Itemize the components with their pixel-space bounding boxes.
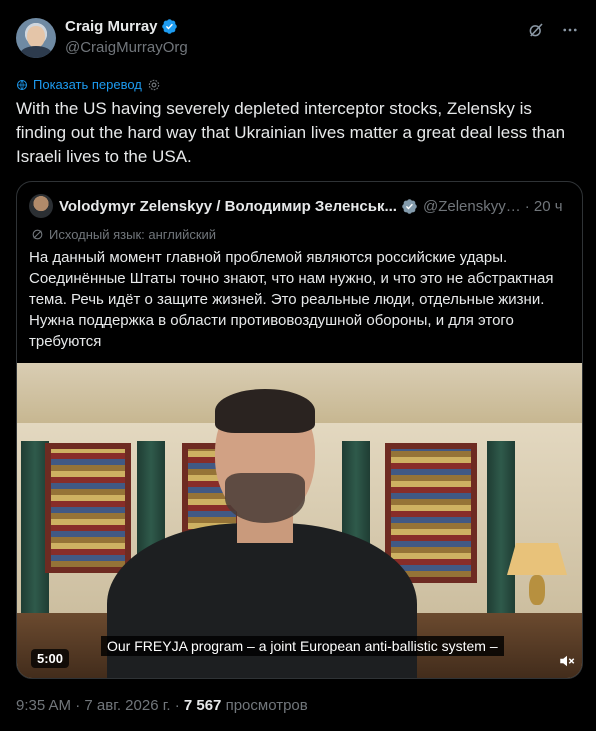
author-info: Craig Murray @CraigMurrayOrg [65,18,188,56]
quote-language-note: Исходный язык: английский [31,227,216,242]
video-person-hair [215,389,315,433]
translate-icon [32,229,43,240]
video-caption: Our FREYJA program – a joint European an… [101,636,504,656]
quote-author-avatar[interactable] [29,194,53,218]
tweet-meta: 9:35 AM · 7 авг. 2026 г. · 7 567 просмот… [16,697,308,714]
video-person-beard [225,473,305,523]
video-scene-pillar [487,441,515,631]
mute-icon[interactable] [556,650,578,672]
view-label: просмотров [225,697,308,714]
video-duration: 5:00 [31,649,70,668]
author-handle[interactable]: @CraigMurrayOrg [65,39,188,56]
author-name[interactable]: Craig Murray [65,18,158,35]
quote-timestamp[interactable]: · 20 ч [525,198,563,215]
video-scene-frame [45,443,131,573]
translate-label[interactable]: Показать перевод [33,77,142,92]
quote-language-label: Исходный язык: английский [49,227,217,242]
video-player[interactable]: Our FREYJA program – a joint European an… [17,363,582,678]
verified-badge-icon [161,19,177,34]
grok-icon[interactable] [526,20,546,40]
verified-badge-icon [402,198,417,214]
header-actions [526,20,580,40]
quote-author-name[interactable]: Volodymyr Zelenskyy / Володимир Зеленськ… [59,198,397,215]
quote-header: Volodymyr Zelenskyy / Володимир Зеленськ… [29,194,570,218]
tweet-text: With the US having severely depleted int… [16,99,566,166]
video-scene-frame [385,443,477,583]
view-count: 7 567 [183,697,222,714]
quote-text: На данный момент главной проблемой являю… [29,249,554,350]
translate-icon [17,79,27,90]
quoted-tweet[interactable]: Volodymyr Zelenskyy / Володимир Зеленськ… [16,181,583,679]
tweet-header: Craig Murray @CraigMurrayOrg [16,16,584,60]
video-scene-lamp-base [529,575,545,605]
author-avatar[interactable] [16,18,56,58]
quote-author-handle[interactable]: @Zelenskyy… [423,198,521,215]
video-scene-lamp [507,543,567,575]
tweet-time[interactable]: 9:35 AM [16,697,71,714]
tweet-date[interactable]: · 7 авг. 2026 г. · [75,697,179,714]
more-icon[interactable] [560,20,580,40]
translate-link[interactable]: Показать перевод [16,77,161,92]
settings-icon[interactable] [147,78,161,92]
author-name-row[interactable]: Craig Murray [65,18,178,35]
